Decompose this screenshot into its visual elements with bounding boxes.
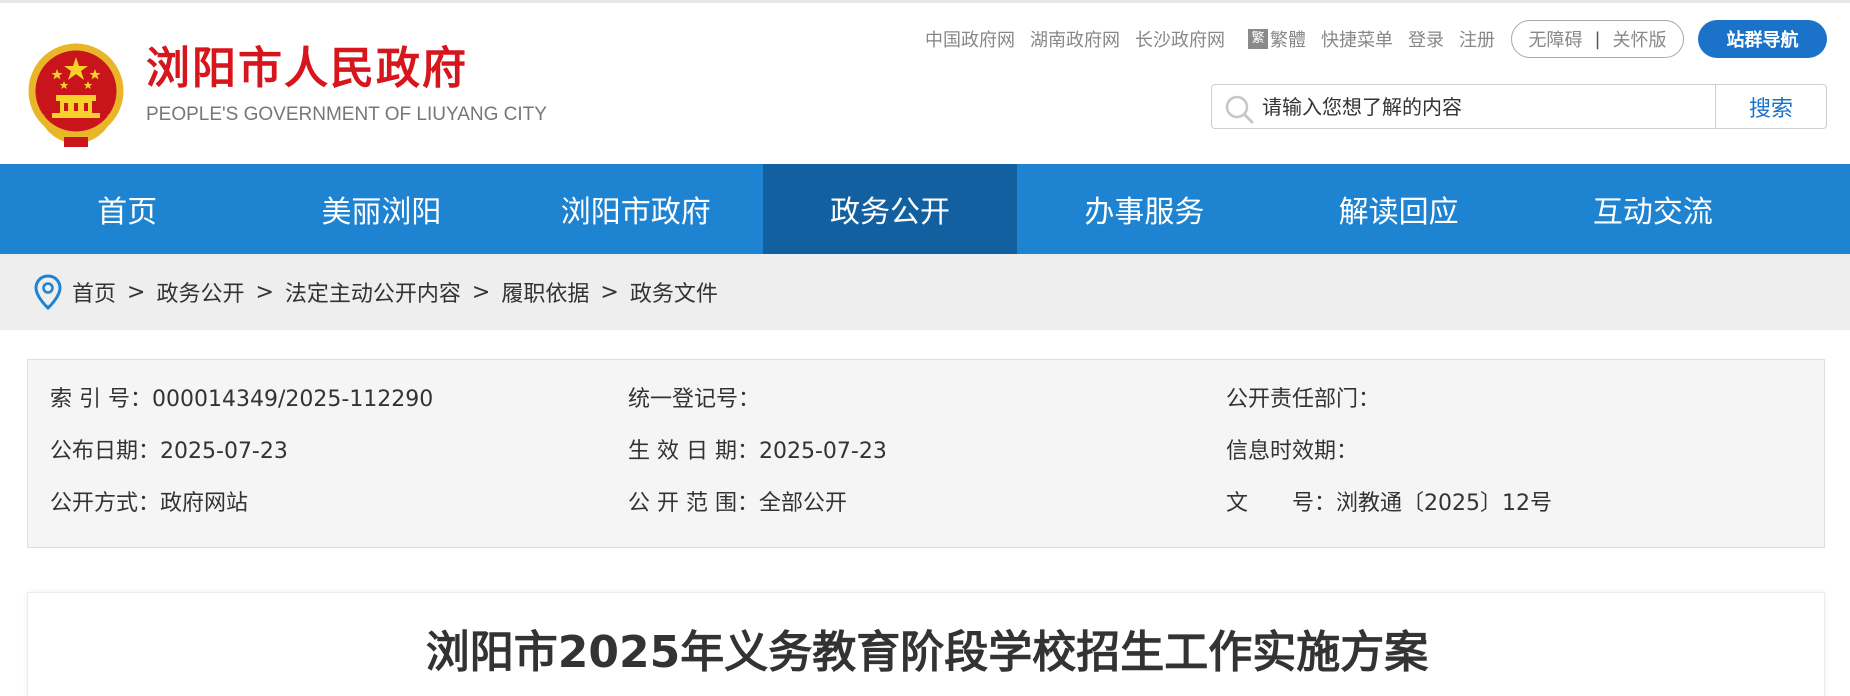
traditional-label: 繁體 bbox=[1270, 30, 1306, 51]
meta-scope-label: 公 开 范 围： bbox=[628, 491, 759, 516]
location-pin-icon bbox=[34, 274, 62, 310]
nav-beautiful-liuyang[interactable]: 美丽浏阳 bbox=[254, 164, 508, 254]
breadcrumb-gov-docs[interactable]: 政务文件 bbox=[630, 276, 718, 308]
site-title[interactable]: 浏阳市人民政府 bbox=[146, 41, 468, 97]
breadcrumb-home[interactable]: 首页 bbox=[72, 276, 116, 308]
meta-registration-label: 统一登记号： bbox=[628, 387, 761, 412]
meta-index-value: 000014349/2025-112290 bbox=[152, 387, 434, 412]
meta-method: 公开方式： 政府网站 bbox=[50, 489, 248, 519]
meta-effective-label: 生 效 日 期： bbox=[628, 439, 759, 464]
meta-method-value: 政府网站 bbox=[160, 491, 249, 516]
search-input[interactable] bbox=[1262, 87, 1762, 126]
link-hunan-gov[interactable]: 湖南政府网 bbox=[1030, 26, 1120, 52]
meta-scope: 公 开 范 围： 全部公开 bbox=[628, 489, 847, 519]
login-link[interactable]: 登录 bbox=[1408, 26, 1444, 52]
meta-department: 公开责任部门： bbox=[1226, 385, 1380, 415]
breadcrumb-gov-affairs[interactable]: 政务公开 bbox=[156, 276, 244, 308]
meta-validity-label: 信息时效期： bbox=[1226, 439, 1359, 464]
traditional-icon: 繁 bbox=[1248, 29, 1268, 49]
breadcrumb-separator: > bbox=[127, 279, 146, 305]
accessible-mode-button[interactable]: 无障碍 bbox=[1528, 26, 1582, 52]
national-emblem-icon bbox=[28, 43, 124, 147]
link-china-gov[interactable]: 中国政府网 bbox=[925, 26, 1015, 52]
site-subtitle: PEOPLE'S GOVERNMENT OF LIUYANG CITY bbox=[146, 104, 547, 125]
breadcrumb-separator: > bbox=[255, 279, 274, 305]
nav-gov-affairs-open[interactable]: 政务公开 bbox=[762, 164, 1018, 254]
meta-document-number: 文 号： 浏教通〔2025〕12号 bbox=[1226, 489, 1552, 519]
nav-home[interactable]: 首页 bbox=[0, 164, 254, 254]
meta-validity: 信息时效期： bbox=[1226, 437, 1358, 467]
search-icon bbox=[1225, 95, 1254, 124]
meta-scope-value: 全部公开 bbox=[758, 491, 847, 516]
meta-department-label: 公开责任部门： bbox=[1226, 387, 1381, 412]
meta-method-label: 公开方式： bbox=[50, 491, 161, 516]
nav-interaction[interactable]: 互动交流 bbox=[1526, 164, 1780, 254]
nav-services[interactable]: 办事服务 bbox=[1017, 164, 1271, 254]
elder-mode-button[interactable]: 关怀版 bbox=[1613, 26, 1667, 52]
breadcrumb-separator: > bbox=[600, 279, 619, 305]
meta-publish-value: 2025-07-23 bbox=[160, 439, 288, 464]
pill-divider: | bbox=[1594, 28, 1601, 50]
breadcrumb-statutory[interactable]: 法定主动公开内容 bbox=[285, 276, 461, 308]
nav-liuyang-gov[interactable]: 浏阳市政府 bbox=[509, 164, 763, 254]
article-title: 浏阳市2025年义务教育阶段学校招生工作实施方案 bbox=[425, 627, 1429, 678]
traditional-chinese-toggle[interactable]: 繁 繁體 bbox=[1248, 26, 1306, 52]
article-container: 浏阳市2025年义务教育阶段学校招生工作实施方案 bbox=[27, 592, 1825, 696]
meta-docno-label: 文 号： bbox=[1226, 491, 1337, 516]
meta-publish-date: 公布日期： 2025-07-23 bbox=[50, 437, 288, 467]
main-nav: 首页 美丽浏阳 浏阳市政府 政务公开 办事服务 解读回应 互动交流 bbox=[0, 164, 1850, 254]
site-nav-button[interactable]: 站群导航 bbox=[1698, 20, 1827, 58]
document-metadata: 索 引 号： 000014349/2025-112290 统一登记号： 公开责任… bbox=[27, 359, 1825, 548]
meta-effective-value: 2025-07-23 bbox=[758, 439, 887, 464]
meta-effective-date: 生 效 日 期： 2025-07-23 bbox=[628, 437, 887, 467]
search-button[interactable]: 搜索 bbox=[1716, 85, 1826, 128]
meta-docno-value: 浏教通〔2025〕12号 bbox=[1336, 491, 1552, 516]
meta-registration: 统一登记号： bbox=[628, 385, 760, 415]
meta-index: 索 引 号： 000014349/2025-112290 bbox=[50, 385, 433, 415]
meta-index-label: 索 引 号： bbox=[50, 387, 152, 412]
meta-publish-label: 公布日期： bbox=[50, 439, 161, 464]
breadcrumb-bar: 首页 > 政务公开 > 法定主动公开内容 > 履职依据 > 政务文件 bbox=[0, 254, 1850, 330]
link-changsha-gov[interactable]: 长沙政府网 bbox=[1135, 26, 1225, 52]
breadcrumb-duties[interactable]: 履职依据 bbox=[501, 276, 589, 308]
nav-interpretation[interactable]: 解读回应 bbox=[1271, 164, 1525, 254]
breadcrumb: 首页 > 政务公开 > 法定主动公开内容 > 履职依据 > 政务文件 bbox=[72, 274, 718, 310]
breadcrumb-separator: > bbox=[471, 279, 491, 305]
site-header: 浏阳市人民政府 PEOPLE'S GOVERNMENT OF LIUYANG C… bbox=[0, 3, 1850, 164]
top-links: 中国政府网 湖南政府网 长沙政府网 繁 繁體 快捷菜单 登录 注册 bbox=[925, 25, 1510, 53]
search-bar: 搜索 bbox=[1211, 84, 1827, 129]
register-link[interactable]: 注册 bbox=[1459, 26, 1495, 52]
quick-menu-link[interactable]: 快捷菜单 bbox=[1321, 26, 1393, 52]
accessibility-pill: 无障碍 | 关怀版 bbox=[1511, 20, 1684, 58]
